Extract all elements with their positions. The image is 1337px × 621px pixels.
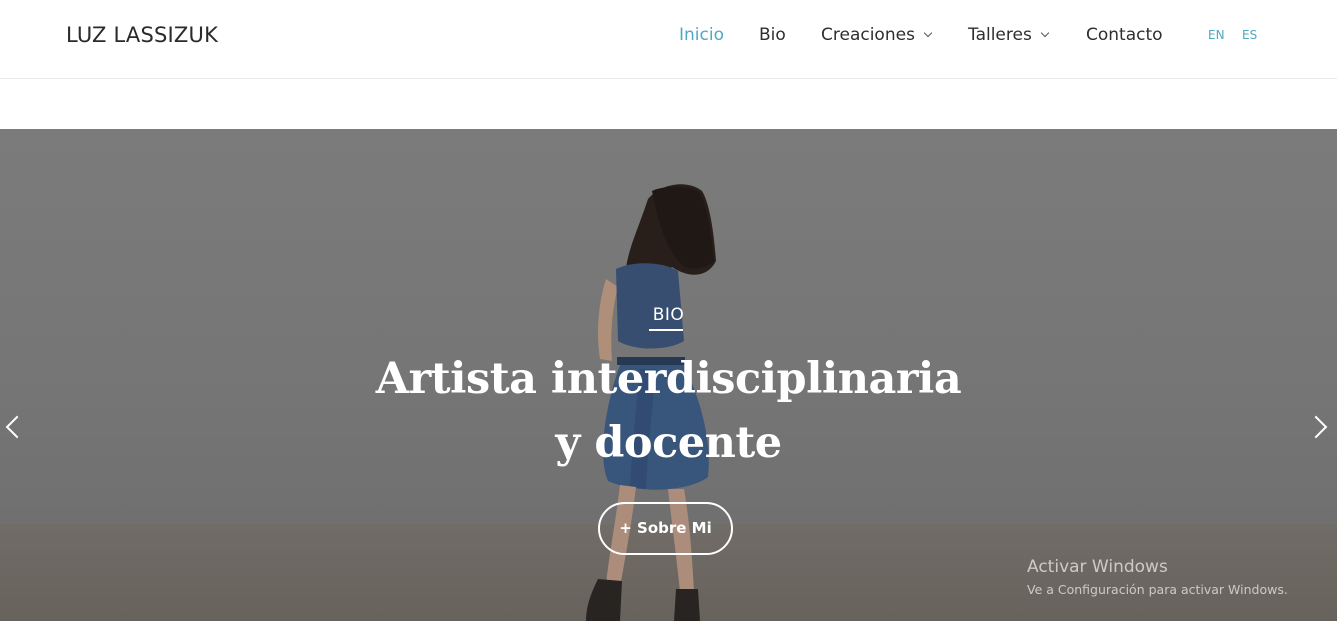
hero-headline: Artista interdisciplinaria y docente [0, 347, 1337, 475]
nav-item-label: Creaciones [821, 25, 915, 45]
nav-item-talleres[interactable]: Talleres [968, 23, 1050, 47]
hero-headline-line-2: y docente [555, 418, 782, 468]
nav-item-contacto[interactable]: Contacto [1086, 23, 1163, 47]
nav-item-label: Talleres [968, 25, 1032, 45]
hero-headline-line-1: Artista interdisciplinaria [375, 354, 962, 404]
about-me-button[interactable]: + Sobre Mi [598, 502, 733, 555]
nav-item-creaciones[interactable]: Creaciones [821, 23, 933, 47]
watermark-subtitle: Ve a Configuración para activar Windows. [1027, 582, 1288, 597]
language-es[interactable]: ES [1242, 27, 1257, 43]
chevron-down-icon [1040, 28, 1050, 38]
site-header: LUZ LASSIZUK Inicio Bio Creaciones Talle… [0, 0, 1337, 79]
nav-item-inicio[interactable]: Inicio [679, 23, 724, 47]
windows-activation-watermark: Activar Windows Ve a Configuración para … [1027, 557, 1288, 599]
site-logo[interactable]: LUZ LASSIZUK [66, 22, 218, 48]
hero-kicker: BIO [652, 305, 685, 325]
language-en[interactable]: EN [1208, 27, 1225, 43]
watermark-title: Activar Windows [1027, 557, 1168, 577]
nav-item-bio[interactable]: Bio [759, 23, 786, 47]
chevron-down-icon [923, 28, 933, 38]
hero-slider: BIO Artista interdisciplinaria y docente… [0, 129, 1337, 621]
hero-kicker-underline [649, 329, 683, 331]
